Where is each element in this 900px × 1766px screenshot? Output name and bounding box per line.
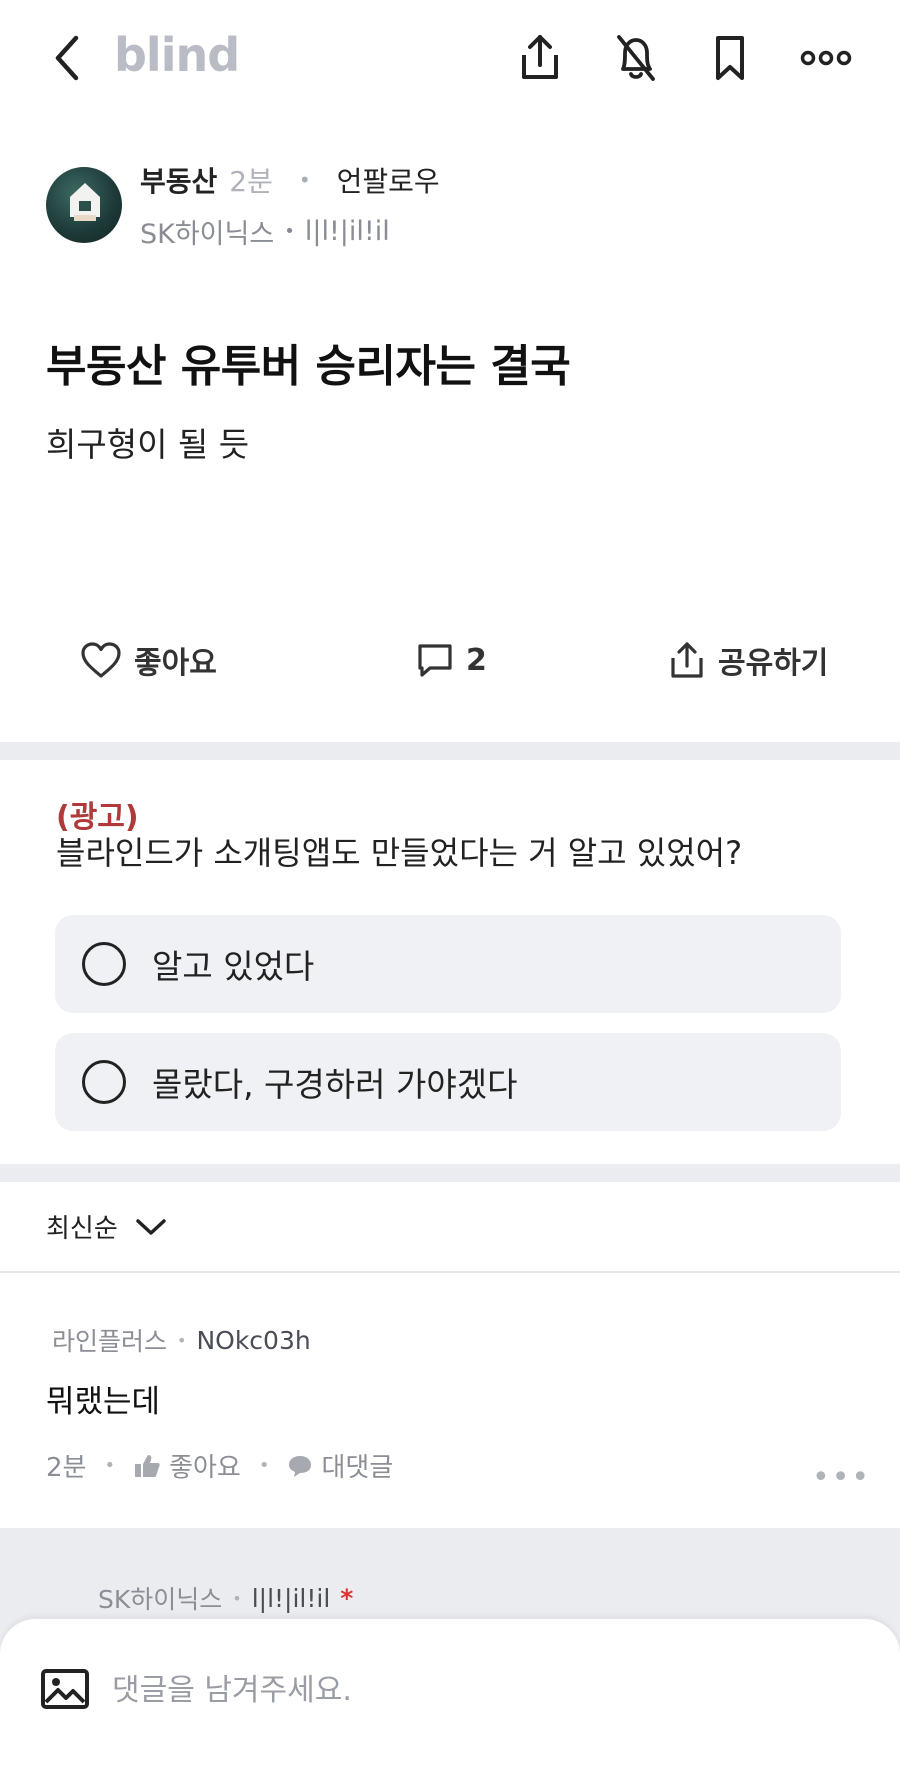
more-horizontal-icon: ••• xyxy=(812,1460,872,1495)
comment-like-button[interactable]: 좋아요 xyxy=(133,1447,241,1484)
share-icon xyxy=(671,642,703,678)
image-icon xyxy=(41,1669,89,1709)
comment-input[interactable] xyxy=(110,1660,850,1720)
speech-bubble-icon xyxy=(289,1455,312,1477)
section-divider xyxy=(0,742,900,760)
author-marker: * xyxy=(340,1583,354,1613)
author-handle: l|l!|il!il xyxy=(304,216,390,247)
author-company-line: SK하이닉스 • l|l!|il!il xyxy=(140,212,390,251)
unfollow-button[interactable]: 언팔로우 xyxy=(337,160,440,200)
blind-logo[interactable]: blind xyxy=(114,28,240,82)
sort-label: 최신순 xyxy=(46,1214,118,1244)
author-company[interactable]: SK하이닉스 xyxy=(140,212,274,251)
top-bar: blind xyxy=(0,0,900,120)
reply-button[interactable]: 대댓글 xyxy=(287,1447,393,1484)
thumbs-up-icon xyxy=(135,1454,160,1477)
share-button[interactable]: 공유하기 xyxy=(668,630,828,690)
like-button[interactable]: 좋아요 xyxy=(80,630,217,690)
comment-like-label: 좋아요 xyxy=(169,1453,241,1483)
comment-count: 2 xyxy=(466,642,487,678)
house-icon xyxy=(70,183,100,221)
separator-dot: • xyxy=(284,221,295,242)
comment-author: 라인플러스 • NOkc03h xyxy=(52,1322,311,1358)
post-body: 희구형이 될 듯 xyxy=(46,425,250,464)
comment-time: 2분 xyxy=(46,1453,87,1483)
author-name[interactable]: 부동산 xyxy=(140,160,217,200)
share-label: 공유하기 xyxy=(718,646,829,681)
comment-handle: NOkc03h xyxy=(196,1325,311,1355)
chevron-down-icon xyxy=(136,1218,166,1235)
poll-option-label: 몰랐다, 구경하러 가야겠다 xyxy=(152,1065,518,1104)
back-button[interactable] xyxy=(46,30,88,86)
separator-dot: • xyxy=(177,1330,187,1350)
like-label: 좋아요 xyxy=(134,646,217,681)
attach-image-button[interactable] xyxy=(40,1668,90,1712)
author-avatar[interactable] xyxy=(46,167,122,243)
bell-off-icon xyxy=(617,35,655,81)
share-top-button[interactable] xyxy=(512,28,568,88)
more-horizontal-icon xyxy=(800,50,852,66)
sort-dropdown[interactable]: 최신순 xyxy=(46,1208,168,1245)
comment-company[interactable]: 라인플러스 xyxy=(52,1322,167,1358)
comment-more-button[interactable]: ••• xyxy=(812,1460,871,1495)
bookmark-button[interactable] xyxy=(702,28,758,88)
poll-option-label: 알고 있었다 xyxy=(152,947,315,986)
comment-count-button[interactable]: 2 xyxy=(416,630,487,690)
separator-dot: • xyxy=(232,1588,242,1608)
comment-actions: 2분 • 좋아요 • 대댓글 xyxy=(46,1447,393,1484)
reply-author: SK하이닉스 • l|l!|il!il * xyxy=(98,1580,353,1616)
post-time: 2분 xyxy=(229,165,273,198)
post-detail-page: blind 부동산 2분 • 언팔로우 SK하이닉스 • l|l!|il!il … xyxy=(0,0,900,1766)
radio-button[interactable] xyxy=(82,1060,126,1104)
post-actions: 좋아요 2 공유하기 xyxy=(0,630,900,690)
section-divider xyxy=(0,1164,900,1182)
separator-dot: • xyxy=(298,168,311,192)
chevron-left-icon xyxy=(55,35,79,81)
poll-option[interactable]: 알고 있었다 xyxy=(55,915,841,1013)
heart-icon xyxy=(81,642,121,678)
divider xyxy=(0,1271,900,1273)
ad-question: 블라인드가 소개팅앱도 만들었다는 거 알고 있었어? xyxy=(56,834,743,872)
reply-company[interactable]: SK하이닉스 xyxy=(98,1580,222,1616)
post-title: 부동산 유투버 승리자는 결국 xyxy=(46,341,571,392)
separator-dot: • xyxy=(104,1455,116,1476)
separator-dot: • xyxy=(258,1455,270,1476)
more-options-button[interactable] xyxy=(798,28,854,88)
reply-label: 대댓글 xyxy=(321,1453,394,1483)
share-icon xyxy=(522,35,558,79)
comment-body: 뭐랬는데 xyxy=(46,1384,161,1420)
author-info: 부동산 2분 • 언팔로우 xyxy=(140,160,440,200)
reply-handle: l|l!|il!il xyxy=(251,1583,331,1613)
poll-option[interactable]: 몰랐다, 구경하러 가야겠다 xyxy=(55,1033,841,1131)
notification-off-button[interactable] xyxy=(608,28,664,88)
comment-icon xyxy=(418,644,452,677)
radio-button[interactable] xyxy=(82,942,126,986)
bookmark-icon xyxy=(716,36,744,80)
